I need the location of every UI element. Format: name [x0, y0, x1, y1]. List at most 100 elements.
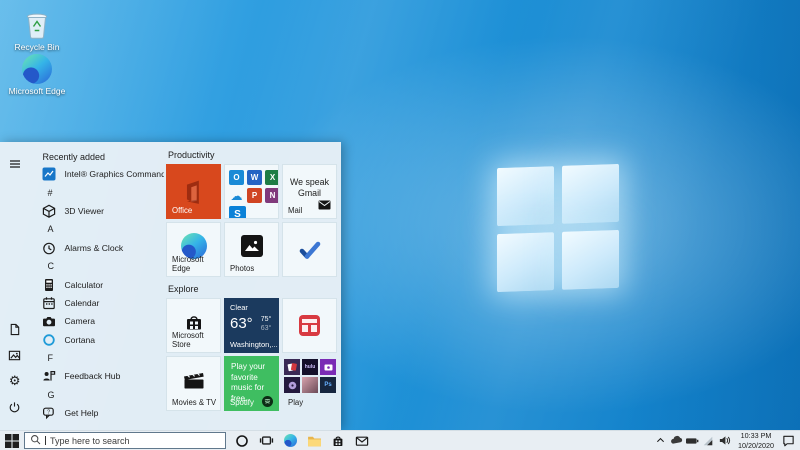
- rail-settings-button[interactable]: ⚙: [7, 373, 23, 389]
- cube-icon: [42, 204, 56, 218]
- app-item-intel-graphics-command-center[interactable]: Intel® Graphics Command Center: [29, 165, 164, 183]
- rail-pictures-button[interactable]: [7, 347, 23, 363]
- app-item-get-help[interactable]: ?Get Help: [29, 404, 164, 422]
- tile-label: Photos: [230, 264, 254, 273]
- play-mini-video[interactable]: [320, 359, 336, 375]
- recycle-bin-icon: [24, 8, 50, 40]
- tile-office[interactable]: Office: [166, 164, 221, 219]
- start-menu-app-list: Recently added Intel® Graphics Command Ce…: [29, 142, 164, 430]
- app-item-cortana[interactable]: Cortana: [29, 331, 164, 349]
- weather-condition: Clear: [230, 303, 273, 312]
- app-item-label: 3D Viewer: [64, 206, 104, 216]
- excel-icon[interactable]: X: [265, 170, 279, 185]
- taskbar-clock[interactable]: 10:33 PM 10/20/2020: [733, 431, 779, 450]
- tile-weather[interactable]: Clear 63° 75° 63° Washington,...: [224, 298, 279, 353]
- tray-network-icon[interactable]: [700, 431, 716, 450]
- tray-battery-icon[interactable]: [684, 431, 700, 450]
- rail-power-button[interactable]: [7, 399, 23, 415]
- taskbar-task-view-button[interactable]: [254, 431, 278, 450]
- cortana-icon: [42, 333, 56, 347]
- skype-tile[interactable]: S: [229, 206, 246, 219]
- rail-documents-button[interactable]: [7, 321, 23, 337]
- intel-icon: [42, 167, 56, 181]
- app-item-label: Calendar: [64, 298, 99, 308]
- office-mini-icons: OWX ☁PN: [225, 165, 278, 203]
- windows-logo-pane: [497, 166, 554, 226]
- recently-added-header: Recently added: [29, 148, 164, 165]
- play-mini-photo[interactable]: [302, 377, 318, 393]
- app-list-section-letter[interactable]: #: [29, 183, 164, 201]
- feedback-icon: [42, 369, 56, 383]
- camera-icon: [42, 314, 56, 328]
- tray-onedrive-icon[interactable]: [668, 431, 684, 450]
- edge-icon: [22, 52, 52, 84]
- powerpoint-icon[interactable]: P: [247, 188, 262, 203]
- tile-spotify[interactable]: Play your favorite music for free. Spoti…: [224, 356, 279, 411]
- tile-label: Spotify: [230, 398, 254, 407]
- tile-photos[interactable]: Photos: [224, 222, 279, 277]
- calendar-icon: [42, 296, 56, 310]
- app-item-label: Camera: [64, 316, 95, 326]
- start-menu-tiles: Productivity Office OWX☁PN S: [164, 142, 341, 430]
- taskbar-edge-button[interactable]: [278, 431, 302, 450]
- play-mini-tiles: huluPs: [283, 357, 336, 393]
- app-list-section-letter[interactable]: G: [29, 386, 164, 404]
- tile-label: Microsoft Store: [172, 331, 220, 349]
- taskbar-cortana-button[interactable]: [230, 431, 254, 450]
- start-menu-rail: ⚙: [0, 142, 29, 430]
- play-mini-disc[interactable]: [284, 377, 300, 393]
- tile-label: Movies & TV: [172, 398, 216, 407]
- tile-microsoft-edge[interactable]: Microsoft Edge: [166, 222, 221, 277]
- taskbar-mail-button[interactable]: [350, 431, 374, 450]
- weather-location: Washington,...: [230, 340, 278, 349]
- action-center-button[interactable]: [780, 431, 796, 450]
- tile-to-do[interactable]: [282, 222, 337, 277]
- tray-icons: [652, 431, 732, 450]
- tile-play-group[interactable]: huluPs Play: [282, 356, 337, 411]
- app-item-label: Alarms & Clock: [64, 243, 123, 253]
- play-mini-solitaire[interactable]: [284, 359, 300, 375]
- onedrive-icon[interactable]: ☁: [229, 188, 244, 203]
- tile-office-apps-group[interactable]: OWX ☁PN S: [224, 164, 279, 219]
- windows-logo-pane: [497, 232, 554, 292]
- mail-tile-text: We speak Gmail: [283, 177, 336, 199]
- todo-check-icon: [283, 223, 336, 276]
- app-list-section-letter[interactable]: F: [29, 349, 164, 367]
- calculator-icon: [42, 278, 56, 292]
- app-item-calculator[interactable]: Calculator: [29, 275, 164, 293]
- tile-movies-tv[interactable]: Movies & TV: [166, 356, 221, 411]
- mail-envelope-icon: [318, 197, 331, 215]
- outlook-icon[interactable]: O: [229, 170, 244, 185]
- tile-group-label-explore: Explore: [168, 284, 337, 294]
- taskbar-file-explorer-button[interactable]: [302, 431, 326, 450]
- tile-microsoft-store[interactable]: Microsoft Store: [166, 298, 221, 353]
- app-item-calendar[interactable]: Calendar: [29, 294, 164, 312]
- desktop-icon-recycle-bin[interactable]: Recycle Bin: [5, 8, 69, 53]
- rail-menu-button[interactable]: [7, 156, 23, 172]
- app-list-section-letter[interactable]: A: [29, 220, 164, 238]
- app-item-label: Feedback Hub: [64, 371, 120, 381]
- play-mini-hulu[interactable]: hulu: [302, 359, 318, 375]
- play-mini-ps[interactable]: Ps: [320, 377, 336, 393]
- weather-temp: 63°: [230, 315, 253, 332]
- tile-mail[interactable]: We speak Gmail Mail: [282, 164, 337, 219]
- start-button[interactable]: [0, 431, 24, 450]
- tray-volume-icon[interactable]: [716, 431, 732, 450]
- desktop-icon-label: Microsoft Edge: [9, 87, 66, 97]
- tile-news[interactable]: [282, 298, 337, 353]
- app-item-alarms-clock[interactable]: Alarms & Clock: [29, 239, 164, 257]
- onenote-icon[interactable]: N: [265, 188, 279, 203]
- app-list-section-letter[interactable]: C: [29, 257, 164, 275]
- app-item-camera[interactable]: Camera: [29, 312, 164, 330]
- tray-chevron-up-icon[interactable]: [652, 431, 668, 450]
- taskbar-store-button[interactable]: [326, 431, 350, 450]
- taskbar-search-input[interactable]: Type here to search: [24, 432, 226, 449]
- word-icon[interactable]: W: [247, 170, 262, 185]
- app-item-label: Cortana: [64, 335, 95, 345]
- desktop-icon-microsoft-edge[interactable]: Microsoft Edge: [5, 52, 69, 97]
- app-item-3d-viewer[interactable]: 3D Viewer: [29, 202, 164, 220]
- windows-logo-pane: [562, 230, 619, 290]
- app-item-feedback-hub[interactable]: Feedback Hub: [29, 367, 164, 385]
- app-item-label: Intel® Graphics Command Center: [64, 169, 164, 179]
- app-item-label: Calculator: [64, 280, 103, 290]
